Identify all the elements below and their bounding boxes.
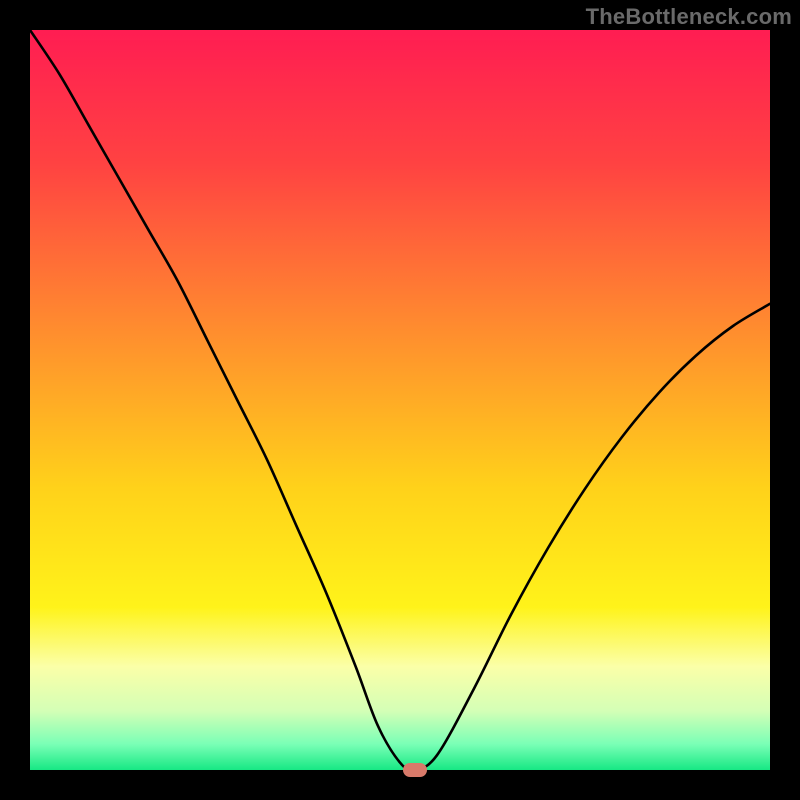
chart-frame: TheBottleneck.com [0,0,800,800]
optimum-marker [403,763,427,777]
watermark-text: TheBottleneck.com [586,4,792,30]
plot-area [30,30,770,770]
bottleneck-curve [30,30,770,770]
